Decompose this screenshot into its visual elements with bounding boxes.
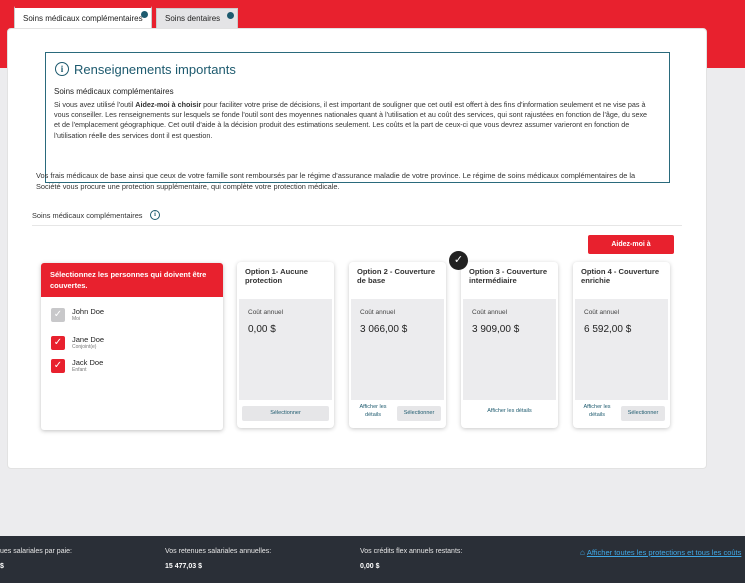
person-name: Jane Doe	[72, 335, 105, 344]
person-role: Moi	[72, 316, 81, 322]
tag-icon: ⌂	[580, 548, 585, 557]
option-title: Option 4 - Couverture enrichie	[581, 267, 660, 285]
card-footer: Sélectionner	[237, 404, 334, 424]
divider	[32, 225, 682, 226]
show-all-label: Afficher toutes les protections et tous …	[586, 548, 742, 557]
option-title: Option 3 - Couverture intermédiaire	[469, 267, 548, 285]
status-dot-icon	[227, 12, 234, 19]
checkbox-jack[interactable]: ✓	[51, 359, 65, 373]
person-name: John Doe	[72, 307, 105, 316]
cost-value: 3 066,00 $	[360, 324, 408, 335]
status-dot-icon	[141, 11, 148, 18]
select-button[interactable]: Sélectionner	[397, 406, 441, 421]
cost-value: 0,00 $	[248, 324, 276, 335]
persons-panel: Sélectionnez les personnes qui doivent ê…	[41, 263, 223, 430]
section-label: Soins médicaux complémentaires	[32, 211, 143, 220]
card-footer: Afficher les détails Sélectionner	[349, 404, 446, 424]
cost-value: 3 909,00 $	[472, 324, 520, 335]
cost-label: Coût annuel	[360, 309, 396, 316]
info-icon[interactable]: i	[150, 210, 160, 220]
option-card-1: Option 1- Aucune protection Coût annuel …	[237, 262, 334, 428]
card-footer: Afficher les détails	[461, 404, 558, 424]
option-card-3: Option 3 - Couverture intermédiaire Coût…	[461, 262, 558, 428]
person-role: Enfant	[72, 367, 87, 373]
cost-label: Coût annuel	[248, 309, 284, 316]
person-name: Jack Doe	[72, 358, 104, 367]
details-link[interactable]: Afficher les détails	[353, 403, 393, 419]
info-icon: i	[55, 62, 69, 76]
option-title: Option 2 - Couverture de base	[357, 267, 436, 285]
per-pay-label: ues salariales par paie:	[0, 548, 72, 555]
card-footer: Afficher les détails Sélectionner	[573, 404, 670, 424]
per-pay-value: $	[0, 563, 4, 570]
tab-soins-dentaires[interactable]: Soins dentaires	[156, 8, 238, 28]
intro-paragraph: Vos frais médicaux de base ainsi que ceu…	[36, 171, 636, 191]
checkbox-john[interactable]: ✓	[51, 308, 65, 322]
option-title: Option 1- Aucune protection	[245, 267, 308, 285]
show-all-link[interactable]: ⌂ Afficher toutes les protections et tous…	[580, 548, 745, 557]
tab-label: Soins médicaux complémentaires	[23, 14, 143, 23]
info-subtitle: Soins médicaux complémentaires	[54, 87, 174, 96]
main-panel: i Renseignements importants Soins médica…	[7, 28, 707, 469]
option-card-2: Option 2 - Couverture de base Coût annue…	[349, 262, 446, 428]
credits-label: Vos crédits flex annuels restants:	[360, 548, 463, 555]
footer-bar: ues salariales par paie: $ Vos retenues …	[0, 536, 745, 583]
checkbox-jane[interactable]: ✓	[51, 336, 65, 350]
select-button[interactable]: Sélectionner	[242, 406, 329, 421]
credits-value: 0,00 $	[360, 563, 380, 570]
persons-header: Sélectionnez les personnes qui doivent ê…	[41, 263, 223, 297]
cost-label: Coût annuel	[584, 309, 620, 316]
person-role: Conjoint(e)	[72, 344, 97, 350]
tab-soins-medicaux[interactable]: Soins médicaux complémentaires	[14, 6, 152, 28]
aide-moi-button[interactable]: Aidez-moi à	[588, 235, 674, 254]
details-link[interactable]: Afficher les détails	[461, 408, 558, 414]
info-box: i Renseignements importants Soins médica…	[45, 52, 670, 183]
details-link[interactable]: Afficher les détails	[577, 403, 617, 419]
annual-value: 15 477,03 $	[165, 563, 202, 570]
cost-value: 6 592,00 $	[584, 324, 632, 335]
selected-check-icon: ✓	[449, 251, 468, 270]
option-card-4: Option 4 - Couverture enrichie Coût annu…	[573, 262, 670, 428]
select-button[interactable]: Sélectionner	[621, 406, 665, 421]
tab-label: Soins dentaires	[165, 14, 221, 23]
info-title: Renseignements importants	[74, 62, 236, 77]
cost-label: Coût annuel	[472, 309, 508, 316]
annual-label: Vos retenues salariales annuelles:	[165, 548, 272, 555]
info-body: Si vous avez utilisé l'outil Aidez-moi à…	[54, 100, 648, 140]
